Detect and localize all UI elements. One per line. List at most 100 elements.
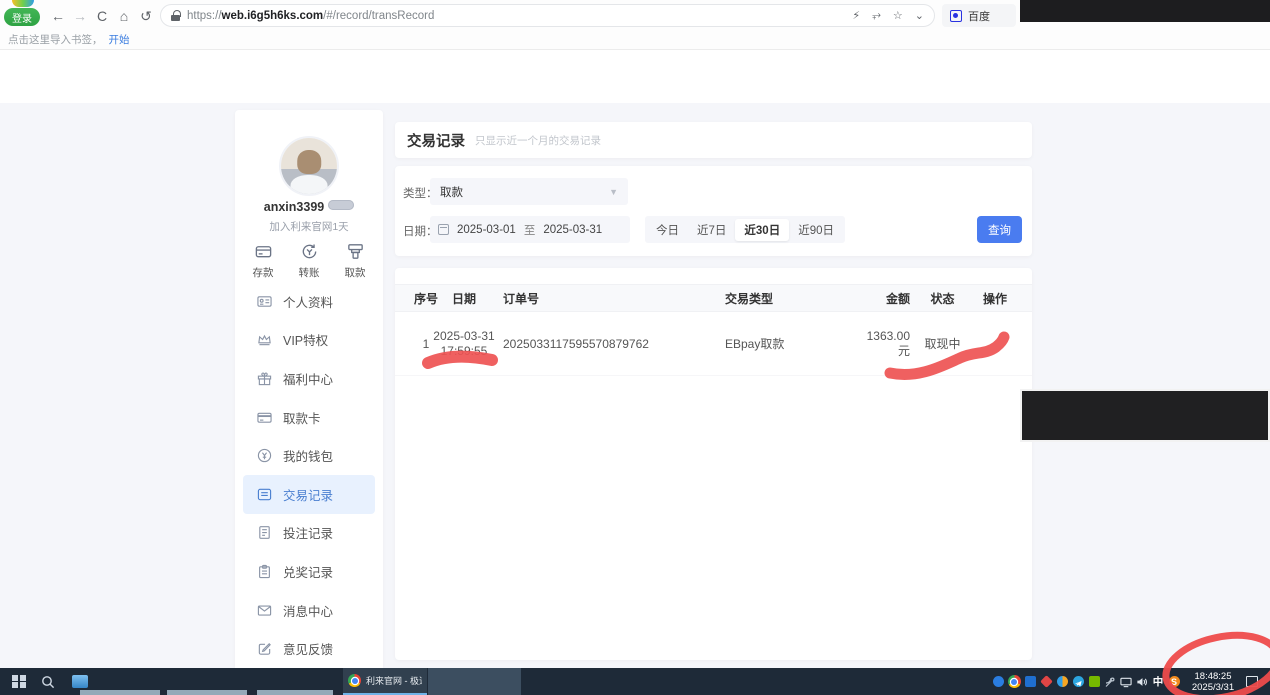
page-title-card: 交易记录 只显示近一个月的交易记录 — [395, 122, 1032, 158]
bookmark-star-icon[interactable]: ☆ — [893, 9, 903, 22]
cell-status: 取现中 — [920, 312, 965, 375]
taskbar-app-browser[interactable]: 利来官网 - 极速浏... — [343, 668, 427, 695]
sidebar-item-feedback[interactable]: 意见反馈 — [243, 629, 375, 668]
type-select[interactable]: 取款 ▼ — [430, 178, 628, 205]
forward-icon[interactable]: → — [70, 6, 90, 26]
search-icon — [41, 675, 55, 689]
sidebar-item-wallet[interactable]: 我的钱包 — [243, 436, 375, 475]
refresh-icon[interactable]: C — [92, 6, 112, 26]
sidebar-withdraw-button[interactable]: 取款 — [335, 242, 375, 280]
sidebar-item-label: 兑奖记录 — [283, 562, 333, 581]
address-bar[interactable]: https://web.i6g5h6ks.com/#/record/transR… — [160, 4, 935, 27]
chevron-down-icon[interactable]: ⌄ — [915, 9, 924, 22]
tray-browser-icon[interactable] — [992, 676, 1004, 688]
browser-login-button[interactable]: 登录 — [4, 8, 40, 26]
transfer-label: 转账 — [299, 265, 320, 280]
col-header-amount: 金额 — [835, 285, 910, 311]
tray-app-color-icon[interactable] — [1056, 676, 1068, 688]
home-icon[interactable]: ⌂ — [114, 6, 134, 26]
sidebar-item-label: 个人资料 — [283, 292, 333, 311]
sidebar-item-vip[interactable]: VIP特权 — [243, 321, 375, 360]
range-today-button[interactable]: 今日 — [647, 219, 688, 241]
redacted-area-top — [1020, 0, 1270, 22]
taskbar-app-secondary[interactable] — [428, 668, 521, 695]
range-7d-button[interactable]: 近7日 — [688, 219, 735, 241]
sidebar-username: anxin3399 — [264, 200, 324, 214]
sidebar-item-label: VIP特权 — [283, 330, 328, 349]
sidebar-quick-actions: 存款 转账 取款 — [243, 242, 375, 280]
taskbar-window-strip — [257, 690, 333, 695]
sidebar-item-label: 交易记录 — [283, 485, 333, 504]
type-select-value: 取款 — [440, 184, 463, 200]
browser-tab-favicon[interactable] — [12, 0, 34, 7]
transaction-list-icon — [257, 487, 272, 502]
taskbar-clock[interactable]: 18:48:25 2025/3/31 — [1186, 668, 1240, 695]
feedback-icon — [257, 641, 272, 656]
date-to-value: 2025-03-31 — [543, 224, 602, 236]
sidebar-item-redeem[interactable]: 兑奖记录 — [243, 552, 375, 591]
sidebar-item-transactions[interactable]: 交易记录 — [243, 475, 375, 514]
bookmarks-bar: 点击这里导入书签， 开始 — [0, 30, 1270, 50]
search-button[interactable]: 查询 — [977, 216, 1022, 243]
envelope-icon — [257, 603, 272, 618]
baidu-label: 百度 — [968, 8, 990, 24]
tray-chrome-icon[interactable] — [1008, 676, 1020, 688]
calendar-icon — [438, 224, 449, 235]
sidebar-item-label: 投注记录 — [283, 523, 333, 542]
tray-telegram-icon[interactable] — [1072, 676, 1084, 688]
chevron-down-icon: ▼ — [609, 187, 618, 197]
col-header-action: 操作 — [975, 285, 1015, 311]
start-button[interactable] — [6, 668, 32, 695]
filter-card: 类型： 取款 ▼ 日期： 2025-03-01 至 2025-03-31 今日 … — [395, 166, 1032, 256]
sidebar-item-messages[interactable]: 消息中心 — [243, 591, 375, 630]
back-icon[interactable]: ← — [48, 6, 68, 26]
range-90d-button[interactable]: 近90日 — [789, 219, 843, 241]
undo-icon[interactable]: ↺ — [136, 6, 156, 26]
sidebar-item-bets[interactable]: 投注记录 — [243, 514, 375, 553]
tray-app-red-icon[interactable] — [1040, 676, 1052, 688]
share-icon[interactable]: ⥅ — [872, 9, 881, 22]
baidu-search-box[interactable]: 百度 — [942, 4, 1016, 27]
taskbar-search-button[interactable] — [36, 668, 60, 695]
gift-icon — [257, 371, 272, 386]
range-30d-button[interactable]: 近30日 — [735, 219, 789, 241]
deposit-icon — [254, 242, 273, 261]
lightning-icon[interactable]: ⚡ — [852, 9, 860, 22]
id-card-icon — [257, 294, 272, 309]
cell-amount: 1363.00元 — [835, 312, 910, 375]
sidebar-item-label: 福利中心 — [283, 369, 333, 388]
document-icon — [257, 525, 272, 540]
sidebar-username-row: anxin3399 — [235, 200, 383, 214]
sidebar-deposit-button[interactable]: 存款 — [243, 242, 283, 280]
bank-card-icon — [257, 410, 272, 425]
ime-indicator[interactable]: 中 — [1152, 676, 1164, 688]
profile-photo[interactable] — [281, 138, 337, 194]
sidebar-item-welfare[interactable]: 福利中心 — [243, 359, 375, 398]
tray-volume-icon[interactable] — [1136, 676, 1148, 688]
clipboard-icon — [257, 564, 272, 579]
deposit-label: 存款 — [253, 265, 274, 280]
tray-satellite-icon[interactable] — [1104, 676, 1116, 688]
tray-nvidia-icon[interactable] — [1088, 676, 1100, 688]
tray-s-icon[interactable]: S — [1168, 676, 1180, 688]
cell-date: 2025-03-3117:59:55 — [424, 312, 504, 375]
vip-level-badge — [328, 200, 354, 210]
tray-app-blue-icon[interactable] — [1024, 676, 1036, 688]
sidebar-item-profile[interactable]: 个人资料 — [243, 282, 375, 321]
cell-order-no: 2025033117595570879762 — [503, 312, 723, 375]
date-range-input[interactable]: 2025-03-01 至 2025-03-31 — [430, 216, 630, 243]
action-center-button[interactable] — [1243, 668, 1261, 695]
bookmark-start-link[interactable]: 开始 — [109, 32, 130, 47]
col-header-order: 订单号 — [503, 285, 723, 311]
page-url: https://web.i6g5h6ks.com/#/record/transR… — [187, 10, 434, 22]
date-from-value: 2025-03-01 — [457, 224, 516, 236]
sidebar-item-label: 意见反馈 — [283, 639, 333, 658]
sidebar-item-withdraw-card[interactable]: 取款卡 — [243, 398, 375, 437]
sidebar-transfer-button[interactable]: 转账 — [289, 242, 329, 280]
col-header-date: 日期 — [424, 285, 504, 311]
tray-network-icon[interactable] — [1120, 676, 1132, 688]
sidebar-item-label: 我的钱包 — [283, 446, 333, 465]
cell-action — [975, 312, 1015, 375]
cell-type: EBpay取款 — [725, 312, 835, 375]
redacted-area-mid — [1020, 389, 1270, 442]
